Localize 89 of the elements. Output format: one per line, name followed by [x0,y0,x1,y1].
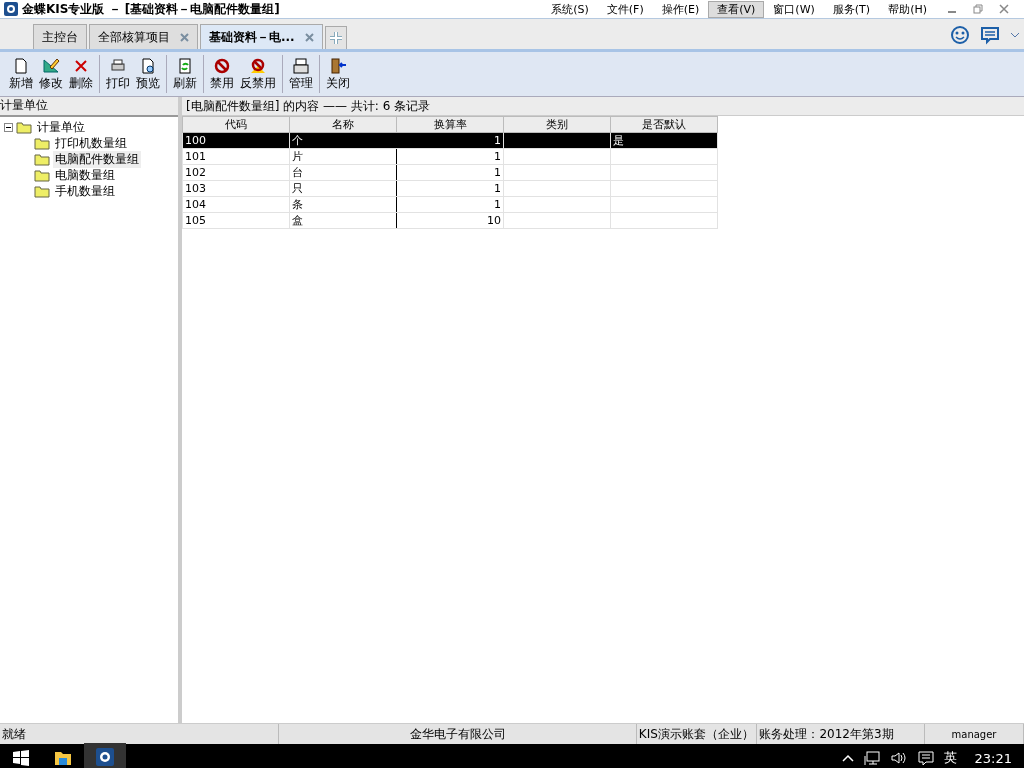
table-cell: 1 [494,166,501,179]
column-header[interactable]: 名称 [289,116,397,133]
clock[interactable]: 23:21 [974,750,1012,766]
tree-item[interactable]: 计量单位 [35,118,87,136]
table-cell: 个 [292,134,303,147]
table-cell: 100 [185,134,206,147]
table-cell: 105 [185,214,206,227]
table-cell: 1 [494,150,501,163]
table-cell: 1 [494,182,501,195]
start-icon[interactable] [12,749,30,767]
table-row[interactable]: 103 只 1 [182,180,718,197]
message-icon[interactable] [980,25,1000,45]
table-cell: 1 [494,134,501,147]
app-logo-icon[interactable] [96,748,114,766]
preview-icon [139,56,157,75]
refresh-icon [176,56,194,75]
table-cell: 条 [292,198,303,211]
window-title: 金蝶KIS专业版 － [基础资料－电脑配件数量组] [22,0,281,18]
column-header[interactable]: 是否默认 [610,116,718,133]
table-cell: 台 [292,166,303,179]
table-cell: 只 [292,182,303,195]
table-cell: 片 [292,150,303,163]
status-text: 金华电子有限公司 [409,725,506,743]
toolbar-button[interactable]: 打印 [103,56,133,92]
input-language[interactable]: 英 [943,749,957,767]
folder-icon[interactable] [54,750,72,766]
folder-icon [34,136,50,150]
table-cell: 是 [613,134,624,147]
menu-item[interactable]: 服务(T) [823,0,880,18]
table-cell: 104 [185,198,206,211]
network-icon[interactable] [863,750,880,766]
panel-title: 计量单位 [0,98,48,112]
table-row[interactable]: 104 条 1 [182,196,718,213]
tab[interactable]: 主控台 [33,24,87,49]
folder-icon [34,168,50,182]
smiley-icon[interactable] [950,25,970,45]
table-cell: 1 [494,198,501,211]
collapse-icon[interactable] [4,122,13,132]
folder-icon [34,152,50,166]
menu-item[interactable]: 文件(F) [597,0,653,18]
close-icon[interactable] [304,32,314,42]
tree-item[interactable]: 电脑配件数量组 [53,150,141,168]
status-text: KIS演示账套（企业） [638,725,754,743]
toolbar-button[interactable]: 管理 [286,56,316,92]
table-cell: 103 [185,182,206,195]
new-icon [12,56,30,75]
menu-item[interactable]: 查看(V) [708,0,765,18]
table-row[interactable]: 102 台 1 [182,164,718,181]
table-row[interactable]: 101 片 1 [182,148,718,165]
tab[interactable]: 全部核算项目 [89,24,198,49]
table-cell: 10 [487,214,501,227]
table-row[interactable]: 100 个 1 是 [182,132,718,149]
folder-icon [16,120,32,134]
edit-icon [42,56,60,75]
tree-item[interactable]: 电脑数量组 [53,166,117,184]
tree-item[interactable]: 打印机数量组 [53,134,129,152]
toolbar-button[interactable]: 预览 [133,56,163,92]
column-header[interactable]: 类别 [503,116,611,133]
folder-icon [34,184,50,198]
table-row[interactable]: 105 盒 10 [182,212,718,229]
chevron-up-icon[interactable] [841,753,854,763]
status-text: 就绪 [2,725,26,743]
menu-item[interactable]: 窗口(W) [764,0,824,18]
tab[interactable]: 基础资料－电... [200,24,323,49]
close-icon [329,56,347,75]
ban-icon [213,56,231,75]
menu-item[interactable]: 系统(S) [542,0,598,18]
manage-icon [292,56,310,75]
volume-icon[interactable] [889,750,908,766]
toolbar-button[interactable]: 新增 [6,56,36,92]
menu-item[interactable]: 帮助(H) [879,0,936,18]
toolbar-button[interactable]: 禁用 [207,56,237,92]
toolbar-button[interactable]: 关闭 [323,56,353,92]
toolbar-button[interactable]: 删除 [66,56,96,92]
table-cell: 102 [185,166,206,179]
unban-icon [249,56,267,75]
content-header: [电脑配件数量组] 的内容 —— 共计: 6 条记录 [186,97,431,115]
toolbar-button[interactable]: 刷新 [170,56,200,92]
status-text: 账务处理：2012年第3期 [759,725,894,743]
notification-icon[interactable] [917,750,934,766]
toolbar-button[interactable]: 反禁用 [237,56,279,92]
tree-item[interactable]: 手机数量组 [53,182,117,200]
column-header[interactable]: 代码 [182,116,290,133]
toolbar-button[interactable]: 修改 [36,56,66,92]
status-text: manager [951,728,997,740]
table-cell: 101 [185,150,206,163]
menu-item[interactable]: 操作(E) [652,0,709,18]
table-cell: 盒 [292,214,303,227]
column-header[interactable]: 换算率 [396,116,504,133]
